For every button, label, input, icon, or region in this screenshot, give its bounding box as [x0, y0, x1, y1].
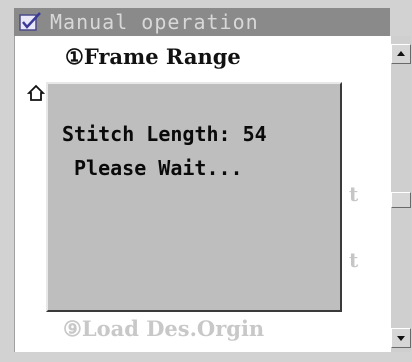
- scroll-down-button[interactable]: [391, 328, 411, 348]
- arrow-down-icon: [397, 336, 405, 341]
- arrow-up-icon: [397, 51, 405, 56]
- scroll-thumb[interactable]: [391, 192, 411, 208]
- please-wait-text: Please Wait...: [74, 156, 243, 180]
- menu-item-load-des-origin[interactable]: ⑨Load Des.Orgin: [63, 316, 264, 341]
- manual-operation-window: Manual operation ①Frame Range t t ⑨Load …: [0, 0, 412, 362]
- home-icon: [26, 84, 46, 102]
- window-title: Manual operation: [50, 10, 259, 34]
- stitch-length-text: Stitch Length: 54: [62, 122, 267, 146]
- scroll-up-button[interactable]: [391, 44, 411, 64]
- title-bar: Manual operation: [14, 8, 390, 36]
- progress-dialog: Stitch Length: 54 Please Wait...: [46, 82, 342, 312]
- obscured-item-text: t: [349, 248, 359, 272]
- vertical-scrollbar[interactable]: [390, 36, 411, 352]
- menu-item-frame-range[interactable]: ①Frame Range: [65, 44, 241, 69]
- obscured-item-text: t: [349, 182, 359, 206]
- checkbox-icon: [18, 11, 44, 33]
